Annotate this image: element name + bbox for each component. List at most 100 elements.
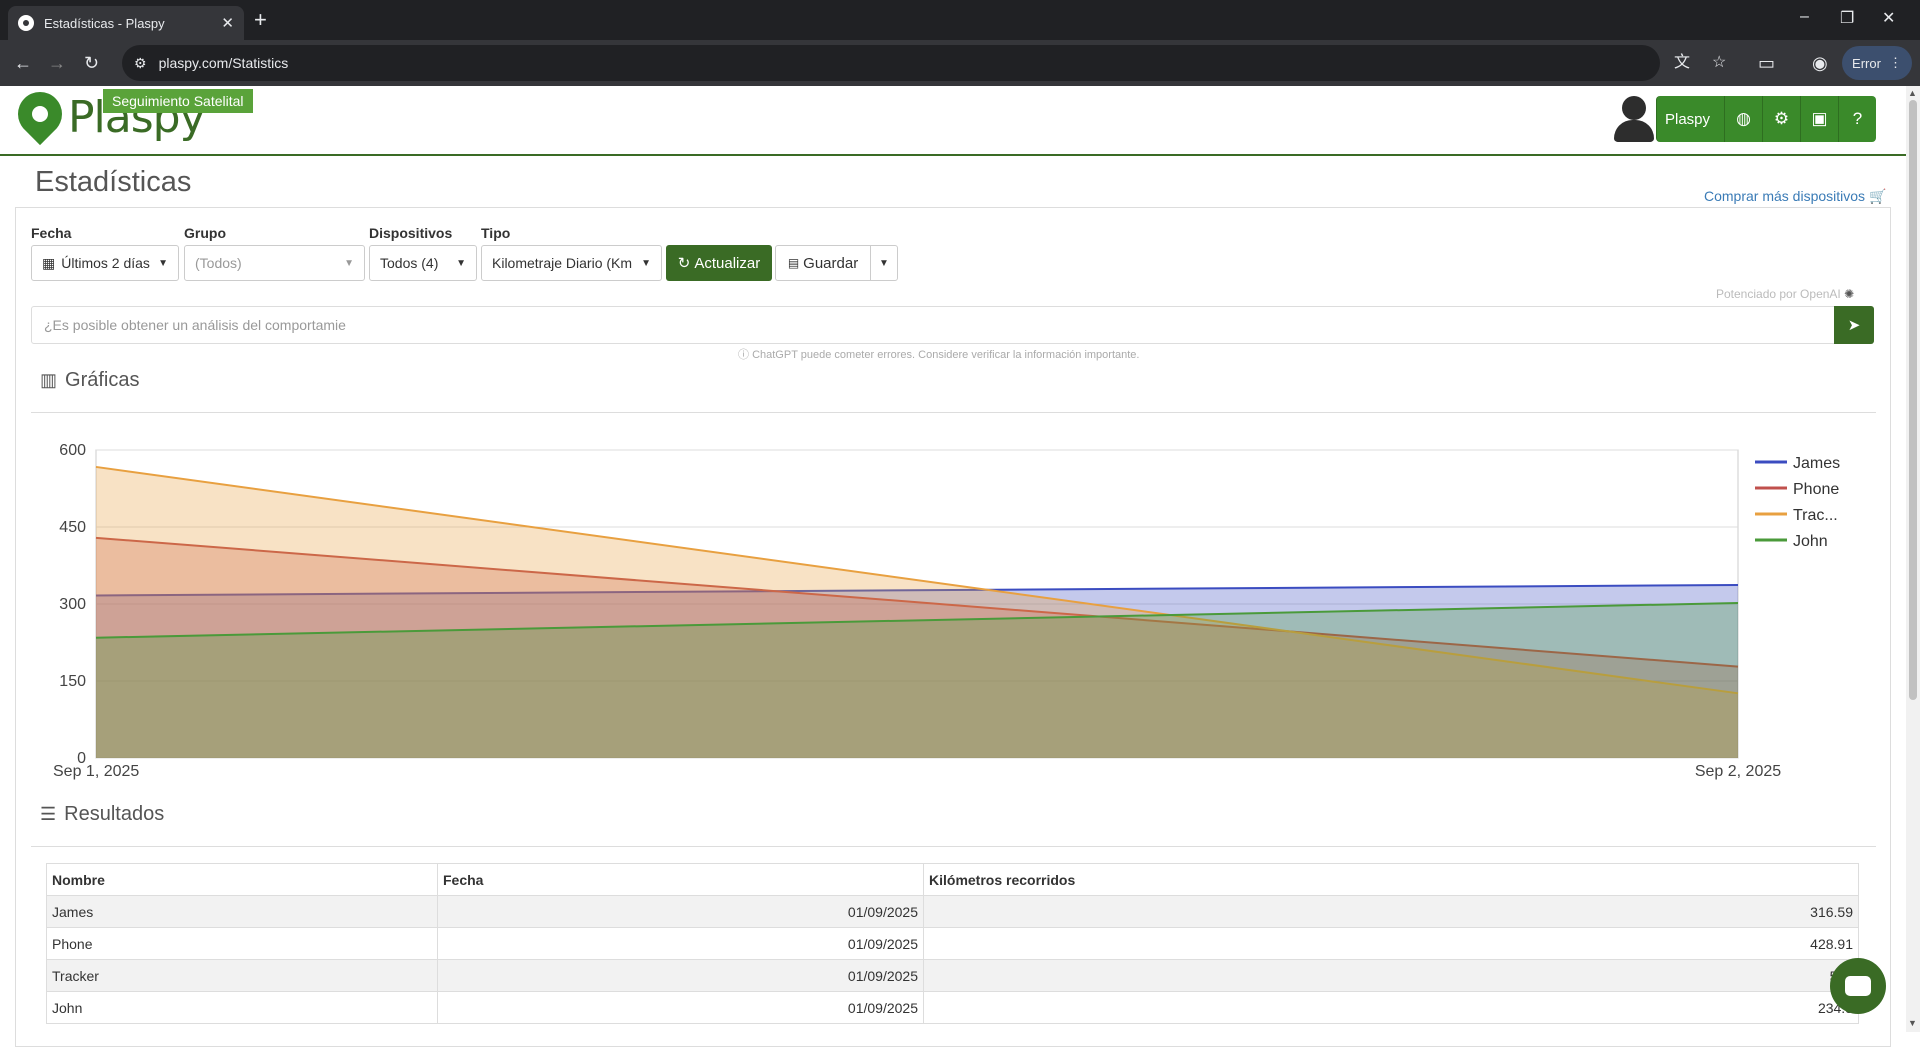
browser-toolbar: ← → ↻ ⚙ plaspy.com/Statistics 文 ☆ ▭ ◉ Er… — [0, 40, 1920, 86]
cell-km: 428.91 — [923, 927, 1859, 960]
globe-icon[interactable]: ◍ — [1724, 96, 1763, 142]
translate-icon[interactable]: 文 — [1674, 45, 1690, 81]
results-table: Nombre Fecha Kilómetros recorridos James… — [46, 863, 1859, 1024]
group-select[interactable]: (Todos) ▼ — [184, 245, 365, 281]
results-heading: ☰ Resultados — [40, 803, 164, 826]
site-settings-icon[interactable]: ⚙ — [134, 55, 147, 72]
plaspy-favicon-icon — [18, 15, 34, 31]
site-header: Plaspy Seguimiento Satelital Plaspy ◍ ⚙ … — [0, 82, 1906, 156]
cell-name: John — [46, 991, 438, 1024]
tagline-badge: Seguimiento Satelital — [103, 89, 253, 113]
grupo-label: Grupo — [184, 225, 226, 241]
save-button-label: Guardar — [803, 254, 859, 272]
save-button[interactable]: ▤ Guardar — [776, 246, 871, 280]
list-icon: ☰ — [40, 804, 57, 824]
table-row[interactable]: Tracker 01/09/2025 567 — [46, 959, 1859, 992]
refresh-icon: ↻ — [677, 255, 691, 272]
legend-label: James — [1793, 455, 1840, 472]
info-icon: ⓘ — [738, 349, 749, 361]
table-row[interactable]: James 01/09/2025 316.59 — [46, 895, 1859, 928]
cell-date: 01/09/2025 — [437, 895, 924, 928]
help-icon[interactable]: ? — [1838, 96, 1877, 142]
back-icon[interactable]: ← — [14, 53, 32, 74]
browser-tab-bar: Estadísticas - Plaspy ✕ + – ❐ ✕ — [0, 0, 1920, 40]
cell-km: 234.3 — [923, 991, 1859, 1024]
close-tab-icon[interactable]: ✕ — [221, 14, 234, 32]
cell-date: 01/09/2025 — [437, 991, 924, 1024]
y-tick-label: 150 — [59, 673, 86, 690]
devices-select[interactable]: Todos (4) ▼ — [369, 245, 477, 281]
settings-icon[interactable]: ⚙ — [1762, 96, 1801, 142]
chevron-down-icon: ▼ — [158, 257, 168, 269]
scroll-down-icon[interactable]: ▼ — [1908, 1018, 1917, 1028]
tipo-label: Tipo — [481, 225, 511, 241]
column-header[interactable]: Nombre — [46, 863, 438, 896]
restore-icon[interactable]: ❐ — [1840, 8, 1854, 28]
legend-label: John — [1793, 533, 1828, 550]
y-tick-label: 450 — [59, 519, 86, 536]
user-toolbar: Plaspy ◍ ⚙ ▣ ? — [1612, 96, 1877, 142]
devices-select-value: Todos (4) — [380, 255, 439, 271]
floppy-icon: ▤ — [787, 256, 800, 270]
reload-icon[interactable]: ↻ — [84, 53, 99, 74]
cell-km: 567 — [923, 959, 1859, 992]
charts-heading-label: Gráficas — [65, 369, 140, 391]
save-options-dropdown[interactable]: ▼ — [871, 246, 897, 280]
cell-name: James — [46, 895, 438, 928]
cart-icon[interactable]: 🛒 — [1869, 188, 1886, 204]
user-avatar-icon[interactable] — [1612, 96, 1656, 142]
send-icon[interactable]: ➤ — [1834, 306, 1874, 344]
profile-error-button[interactable]: Error ⋮ — [1842, 46, 1912, 80]
group-select-value: (Todos) — [195, 255, 242, 271]
date-range-picker[interactable]: ▦ Últimos 2 días ▼ — [31, 245, 179, 281]
chevron-down-icon: ▼ — [879, 257, 889, 269]
cast-icon[interactable]: ▭ — [1758, 53, 1775, 74]
url-text: plaspy.com/Statistics — [158, 55, 289, 71]
buy-link-label[interactable]: Comprar más dispositivos — [1704, 188, 1865, 204]
cell-date: 01/09/2025 — [437, 959, 924, 992]
menu-icon[interactable]: ⋮ — [1889, 55, 1902, 71]
scroll-thumb[interactable] — [1909, 100, 1917, 700]
cell-km: 316.59 — [923, 895, 1859, 928]
profile-status: Error — [1852, 55, 1881, 71]
save-button-group: ▤ Guardar ▼ — [775, 245, 898, 281]
y-tick-label: 600 — [59, 442, 86, 459]
minimize-icon[interactable]: – — [1800, 8, 1809, 26]
refresh-button-label: Actualizar — [694, 254, 761, 272]
mileage-area-chart: 0150300450600Sep 1, 2025 Sep 2, 2025James… — [53, 442, 1840, 780]
user-menu-button[interactable]: Plaspy — [1656, 96, 1725, 142]
address-bar[interactable]: ⚙ plaspy.com/Statistics 文 ☆ — [122, 45, 1726, 81]
save-icon[interactable]: ▣ — [1800, 96, 1839, 142]
cell-name: Tracker — [46, 959, 438, 992]
type-select[interactable]: Kilometraje Diario (Km ▼ — [481, 245, 662, 281]
table-row[interactable]: Phone 01/09/2025 428.91 — [46, 927, 1859, 960]
star-icon[interactable]: ☆ — [1712, 45, 1726, 81]
calendar-icon: ▦ — [42, 254, 56, 271]
date-range-value: Últimos 2 días — [61, 255, 150, 271]
page-scrollbar[interactable]: ▲ ▼ — [1906, 86, 1920, 1032]
legend-label: Phone — [1793, 481, 1839, 498]
column-header[interactable]: Fecha — [437, 863, 924, 896]
fecha-label: Fecha — [31, 225, 72, 241]
scroll-up-icon[interactable]: ▲ — [1908, 88, 1917, 98]
divider — [31, 412, 1876, 413]
chat-support-icon[interactable] — [1830, 958, 1886, 1014]
buy-devices-link[interactable]: Comprar más dispositivos 🛒 — [1704, 188, 1886, 205]
forward-icon[interactable]: → — [48, 53, 66, 74]
account-icon[interactable]: ◉ — [1812, 53, 1828, 74]
browser-tab[interactable]: Estadísticas - Plaspy ✕ — [8, 6, 244, 40]
new-tab-icon[interactable]: + — [254, 8, 267, 32]
refresh-button[interactable]: ↻ Actualizar — [666, 245, 772, 281]
chevron-down-icon: ▼ — [456, 257, 466, 269]
cell-date: 01/09/2025 — [437, 927, 924, 960]
column-header[interactable]: Kilómetros recorridos — [923, 863, 1859, 896]
x-tick-label: Sep 1, 2025 — [53, 763, 139, 780]
ai-question-input[interactable]: ¿Es posible obtener un análisis del comp… — [31, 306, 1835, 344]
page-title: Estadísticas — [35, 166, 192, 198]
table-row[interactable]: John 01/09/2025 234.3 — [46, 991, 1859, 1024]
plaspy-logo-icon[interactable] — [8, 82, 72, 146]
legend-label: Trac... — [1793, 507, 1838, 524]
close-window-icon[interactable]: ✕ — [1882, 8, 1895, 28]
charts-heading: ▥ Gráficas — [40, 369, 139, 392]
divider — [31, 846, 1876, 847]
